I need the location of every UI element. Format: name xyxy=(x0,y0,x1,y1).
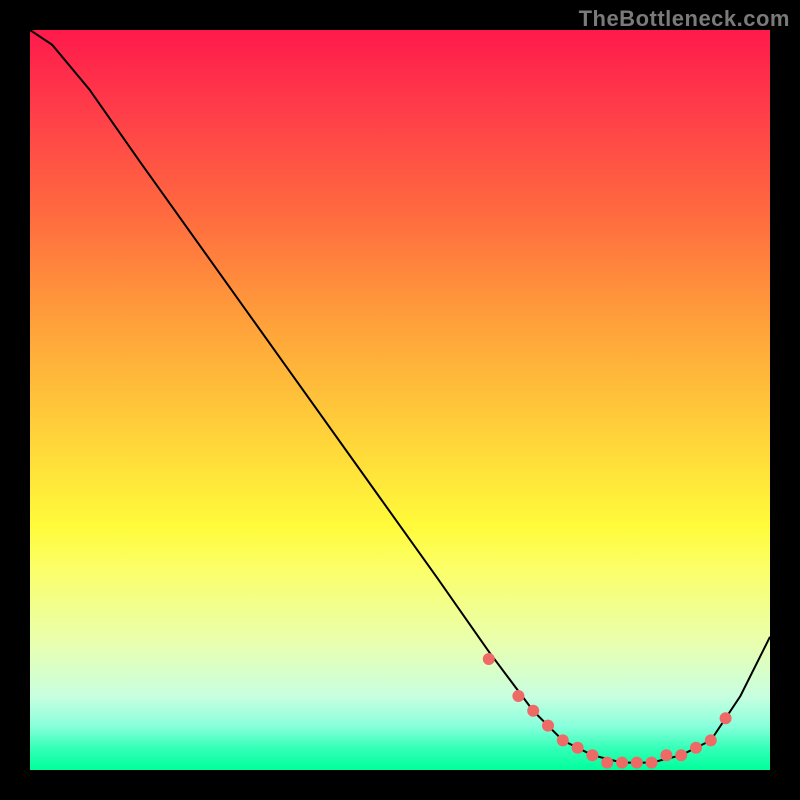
curve-marker xyxy=(572,742,584,754)
curve-marker xyxy=(660,749,672,761)
curve-marker xyxy=(542,720,554,732)
curve-marker xyxy=(601,757,613,769)
curve-marker xyxy=(631,757,643,769)
watermark-text: TheBottleneck.com xyxy=(579,6,790,32)
curve-marker xyxy=(675,749,687,761)
curve-marker xyxy=(483,653,495,665)
curve-markers xyxy=(483,653,732,769)
curve-marker xyxy=(512,690,524,702)
curve-layer xyxy=(30,30,770,770)
curve-marker xyxy=(586,749,598,761)
curve-marker xyxy=(705,734,717,746)
curve-marker xyxy=(557,734,569,746)
bottleneck-curve xyxy=(30,30,770,763)
plot-area xyxy=(30,30,770,770)
chart-frame: TheBottleneck.com xyxy=(0,0,800,800)
curve-marker xyxy=(646,757,658,769)
curve-marker xyxy=(616,757,628,769)
curve-marker xyxy=(720,712,732,724)
curve-marker xyxy=(690,742,702,754)
curve-marker xyxy=(527,705,539,717)
